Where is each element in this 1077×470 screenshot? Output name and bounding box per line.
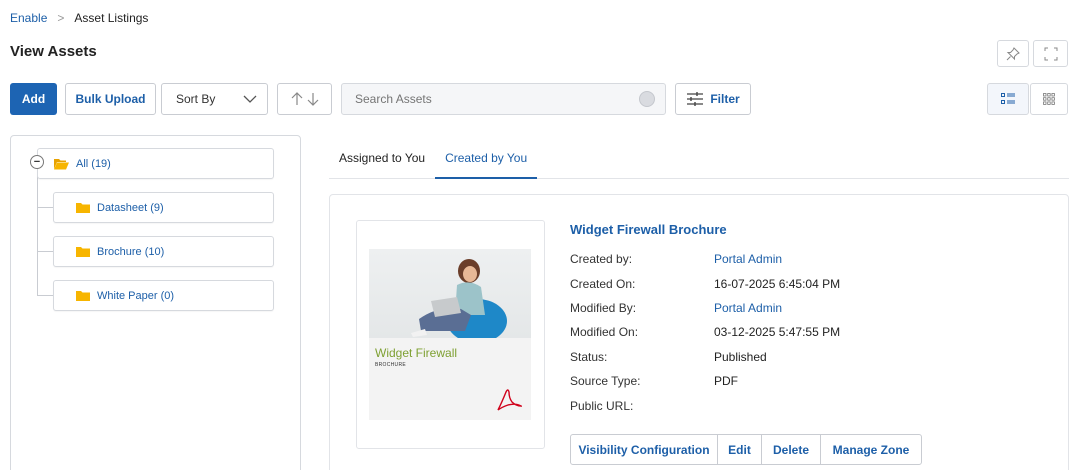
created-by-label: Created by: [570, 252, 633, 266]
tree-connector [37, 207, 53, 208]
sort-by-select[interactable]: Sort By [161, 83, 268, 115]
tree-connector [37, 295, 53, 296]
visibility-configuration-button[interactable]: Visibility Configuration [571, 435, 718, 464]
tree-item-all[interactable]: All (19) [37, 148, 274, 179]
thumbnail-subtitle: BROCHURE [375, 362, 407, 368]
search-input[interactable] [355, 92, 635, 106]
folder-open-icon [54, 158, 69, 169]
breadcrumb-current: Asset Listings [74, 11, 149, 25]
sort-order-button[interactable] [277, 83, 332, 115]
delete-button[interactable]: Delete [762, 435, 821, 464]
grid-view-icon [1043, 93, 1055, 105]
asset-tabs: Assigned to You Created by You [329, 145, 1069, 179]
breadcrumb: Enable > Asset Listings [10, 11, 148, 25]
sort-arrows-icon [291, 92, 318, 106]
manage-zone-button[interactable]: Manage Zone [821, 435, 921, 464]
add-button[interactable]: Add [10, 83, 57, 115]
modified-on-label: Modified On: [570, 325, 639, 339]
search-box [341, 83, 666, 115]
status-value: Published [714, 350, 767, 364]
created-on-value: 16-07-2025 6:45:04 PM [714, 277, 841, 291]
breadcrumb-enable-link[interactable]: Enable [10, 11, 47, 25]
created-on-label: Created On: [570, 277, 636, 291]
list-view-button[interactable] [987, 83, 1029, 115]
created-by-value[interactable]: Portal Admin [714, 252, 782, 266]
thumbnail-photo [369, 249, 531, 338]
tree-connector [37, 169, 38, 296]
tree-collapse-button[interactable]: − [30, 155, 44, 169]
edit-button[interactable]: Edit [718, 435, 762, 464]
breadcrumb-separator: > [57, 11, 65, 25]
source-type-label: Source Type: [570, 374, 641, 388]
sort-by-label: Sort By [176, 92, 216, 106]
source-type-value: PDF [714, 374, 738, 388]
asset-title[interactable]: Widget Firewall Brochure [570, 222, 727, 237]
tree-item-label: White Paper (0) [97, 289, 175, 302]
asset-actions: Visibility Configuration Edit Delete Man… [570, 434, 922, 465]
status-label: Status: [570, 350, 608, 364]
tree-item-label: All (19) [76, 157, 111, 170]
bulk-upload-button[interactable]: Bulk Upload [65, 83, 156, 115]
modified-by-value[interactable]: Portal Admin [714, 301, 782, 315]
modified-by-label: Modified By: [570, 301, 637, 315]
fullscreen-icon [1044, 47, 1057, 60]
chevron-down-icon [243, 95, 257, 103]
tree-connector [37, 251, 53, 252]
tree-item-white-paper[interactable]: White Paper (0) [53, 280, 274, 311]
pin-icon [1006, 46, 1020, 60]
page-title: View Assets [10, 43, 97, 60]
grid-view-button[interactable] [1030, 83, 1068, 115]
tab-assigned-to-you[interactable]: Assigned to You [329, 145, 435, 179]
folder-icon [76, 202, 90, 213]
pin-button[interactable] [997, 40, 1029, 67]
thumbnail-title: Widget Firewall [375, 346, 458, 360]
pdf-icon [496, 388, 524, 415]
tree-item-label: Datasheet (9) [97, 201, 164, 214]
tree-item-brochure[interactable]: Brochure (10) [53, 236, 274, 267]
filter-label: Filter [710, 92, 740, 106]
filter-sliders-icon [687, 92, 704, 106]
tab-created-by-you[interactable]: Created by You [435, 145, 538, 179]
modified-on-value: 03-12-2025 5:47:55 PM [714, 325, 841, 339]
filter-button[interactable]: Filter [675, 83, 751, 115]
folder-icon [76, 246, 90, 257]
tree-item-datasheet[interactable]: Datasheet (9) [53, 192, 274, 223]
search-icon[interactable] [639, 91, 655, 107]
public-url-label: Public URL: [570, 399, 634, 413]
list-view-icon [1001, 93, 1015, 104]
folder-icon [76, 290, 90, 301]
fullscreen-button[interactable] [1033, 40, 1068, 67]
tree-item-label: Brochure (10) [97, 245, 165, 258]
